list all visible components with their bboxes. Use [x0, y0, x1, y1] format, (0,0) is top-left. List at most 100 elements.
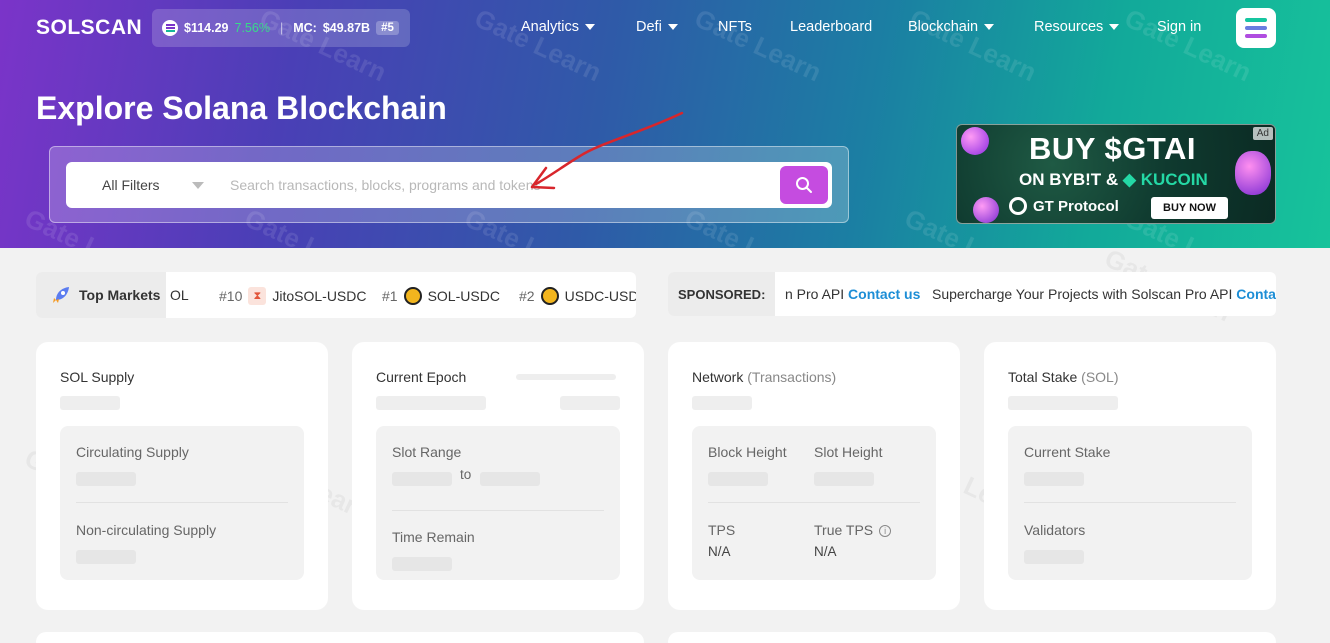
- network-card: Network (Transactions) Block Height Slot…: [668, 342, 960, 610]
- nav-defi-label: Defi: [636, 19, 662, 35]
- ad-label: Ad: [1252, 127, 1273, 140]
- divider: [392, 510, 604, 511]
- filter-label: All Filters: [102, 177, 160, 193]
- nav-resources[interactable]: Resources: [1034, 19, 1120, 35]
- sign-in-label: Sign in: [1157, 19, 1202, 35]
- ticker-item[interactable]: #10 ⧗ JitoSOL-USDC: [219, 287, 367, 305]
- watermark: Gate Learn: [470, 2, 607, 88]
- sol-price-pill[interactable]: $114.29 7.56% | MC: $49.87B #5: [152, 9, 410, 47]
- true-tps-label: True TPS i: [814, 522, 892, 538]
- loading-skeleton: [76, 472, 136, 486]
- card-title-text: Total Stake: [1008, 369, 1078, 385]
- validators-label: Validators: [1024, 522, 1086, 538]
- search-icon: [796, 177, 812, 193]
- ad-brand-text: GT Protocol: [1033, 197, 1119, 215]
- card-title: Network (Transactions): [692, 369, 836, 385]
- nav-leaderboard[interactable]: Leaderboard: [790, 19, 872, 35]
- top-markets-ticker: Top Markets OL #10 ⧗ JitoSOL-USDC #1 SOL…: [36, 272, 636, 318]
- nav-nfts[interactable]: NFTs: [718, 19, 752, 35]
- loading-skeleton: [1024, 550, 1084, 564]
- card-title-text: Network: [692, 369, 744, 385]
- page-title: Explore Solana Blockchain: [36, 90, 447, 126]
- menu-bar-icon: [1245, 26, 1267, 30]
- slot-height-label: Slot Height: [814, 444, 883, 460]
- ticker-item[interactable]: #1 SOL-USDC: [382, 287, 500, 305]
- true-tps-text: True TPS: [814, 522, 874, 538]
- loading-skeleton: [480, 472, 540, 486]
- epoch-details: Slot Range to Time Remain: [376, 426, 620, 580]
- search-button[interactable]: [780, 166, 828, 204]
- ticker-track: OL #10 ⧗ JitoSOL-USDC #1 SOL-USDC #2 USD…: [166, 272, 636, 318]
- ticker-rank: #1: [382, 288, 398, 304]
- watermark: Gate Learn: [690, 2, 827, 88]
- chevron-down-icon: [585, 24, 596, 30]
- tps-label: TPS: [708, 522, 736, 538]
- nav-blockchain-label: Blockchain: [908, 19, 979, 35]
- solscan-logo[interactable]: SOLSCAN: [36, 16, 142, 40]
- orb-icon: [973, 197, 999, 223]
- ticker-pair: SOL-USDC: [427, 288, 500, 304]
- loading-skeleton: [1008, 396, 1118, 410]
- stake-details: Current Stake Validators: [1008, 426, 1252, 580]
- ticker-rank: #10: [219, 288, 243, 304]
- bottom-card: [668, 632, 1276, 643]
- bottom-card: [36, 632, 644, 643]
- supply-details: Circulating Supply Non-circulating Suppl…: [60, 426, 304, 580]
- ticker-pair: USDC-USDT: [564, 288, 636, 304]
- search-bar: All Filters: [66, 162, 832, 208]
- sign-in-link[interactable]: Sign in: [1157, 19, 1201, 35]
- nav-analytics[interactable]: Analytics: [521, 19, 596, 35]
- chevron-down-icon: [984, 24, 995, 30]
- chevron-down-icon: [667, 24, 678, 30]
- loading-skeleton: [392, 557, 452, 571]
- top-markets-header: Top Markets: [36, 272, 166, 318]
- ticker-pair: JitoSOL-USDC: [272, 288, 367, 304]
- card-title-unit: (SOL): [1081, 369, 1119, 385]
- orb-icon: [961, 127, 989, 155]
- ticker-item[interactable]: OL: [170, 287, 189, 303]
- sponsored-text: n Pro API: [785, 286, 845, 302]
- loading-skeleton: [392, 472, 452, 486]
- loading-skeleton: [1024, 472, 1084, 486]
- nav-defi[interactable]: Defi: [636, 19, 678, 35]
- ad-brand: GT Protocol: [1009, 197, 1119, 215]
- sol-price: $114.29: [184, 21, 229, 35]
- chevron-down-icon: [192, 182, 204, 189]
- market-cap-label: MC:: [293, 21, 317, 35]
- card-title: Total Stake (SOL): [1008, 369, 1119, 385]
- nav-blockchain[interactable]: Blockchain: [908, 19, 995, 35]
- annotation-arrow-icon: [530, 111, 684, 190]
- filter-dropdown[interactable]: All Filters: [66, 162, 216, 208]
- true-tps-value: N/A: [814, 544, 837, 559]
- ticker-pair: OL: [170, 287, 189, 303]
- sponsored-ticker: SPONSORED: n Pro API Contact us Supercha…: [668, 272, 1276, 316]
- search-input[interactable]: [216, 162, 780, 208]
- loading-skeleton: [692, 396, 752, 410]
- jitosol-icon: ⧗: [248, 287, 267, 305]
- ticker-item[interactable]: #2 USDC-USDT: [519, 287, 636, 305]
- contact-us-link[interactable]: Conta: [1236, 286, 1276, 302]
- sponsored-item: n Pro API Contact us: [785, 286, 920, 302]
- watermark: Gate Learn: [905, 2, 1042, 88]
- info-icon[interactable]: i: [879, 525, 892, 538]
- token-icon: [540, 287, 559, 305]
- market-rank-badge: #5: [376, 21, 399, 35]
- divider: [1024, 502, 1236, 503]
- token-icon: [403, 287, 422, 305]
- market-cap-value: $49.87B: [322, 21, 371, 35]
- ad-subline: ON BYB!T & ◆ KUCOIN: [1019, 170, 1208, 190]
- sol-supply-card: SOL Supply Circulating Supply Non-circul…: [36, 342, 328, 610]
- ad-buy-now-button[interactable]: BUY NOW: [1151, 197, 1228, 219]
- ad-banner[interactable]: Ad BUY $GTAI ON BYB!T & ◆ KUCOIN GT Prot…: [956, 124, 1276, 224]
- sponsored-item: Supercharge Your Projects with Solscan P…: [932, 286, 1276, 302]
- loading-skeleton: [516, 374, 616, 380]
- slot-range-label: Slot Range: [392, 444, 462, 460]
- pill-separator: |: [279, 21, 284, 35]
- contact-us-link[interactable]: Contact us: [848, 286, 920, 302]
- top-markets-label: Top Markets: [79, 287, 161, 303]
- divider: [76, 502, 288, 503]
- non-circulating-supply-label: Non-circulating Supply: [76, 522, 217, 538]
- card-title: Current Epoch: [376, 369, 467, 385]
- solana-menu-button[interactable]: [1236, 8, 1276, 48]
- current-epoch-card: Current Epoch Slot Range to Time Remain: [352, 342, 644, 610]
